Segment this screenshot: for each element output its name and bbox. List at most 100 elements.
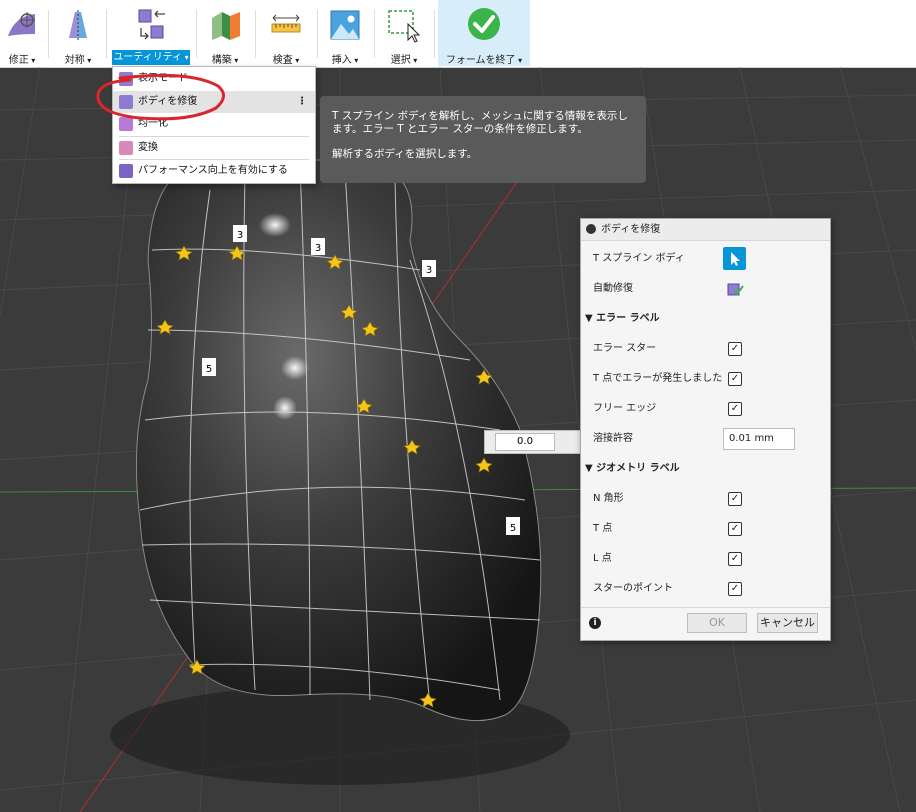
ngon-flag: 3 (311, 238, 325, 255)
toolbar-divider (374, 10, 375, 58)
select-label: 選択 (378, 51, 430, 66)
ok-button[interactable]: OK (687, 613, 747, 633)
red-annotation-ellipse (96, 73, 225, 121)
tooltip-description: T スプライン ボディを解析し、メッシュに関する情報を表示します。エラー T と… (332, 110, 628, 135)
construct-button[interactable]: 構築 (200, 0, 250, 66)
repair-body-tooltip: T スプライン ボディを解析し、メッシュに関する情報を表示します。エラー T と… (320, 96, 646, 183)
info-icon[interactable]: i (589, 617, 601, 629)
error-star-checkbox[interactable]: ✓ (728, 342, 742, 356)
t-point-checkbox[interactable]: ✓ (728, 522, 742, 536)
l-point-row: L 点 ✓ (581, 544, 830, 574)
group-label: エラー ラベル (596, 313, 660, 324)
select-body-button[interactable] (723, 247, 746, 270)
menu-item-label: パフォーマンス向上を有効にする (138, 165, 288, 176)
select-button[interactable]: 選択 (378, 0, 430, 66)
star-point-checkbox[interactable]: ✓ (728, 582, 742, 596)
ngon-flag: 5 (202, 358, 216, 376)
weld-tolerance-input[interactable]: 0.01 mm (723, 428, 795, 450)
toolbar-divider (106, 10, 107, 58)
utility-icon (138, 9, 165, 40)
collapse-icon[interactable] (586, 224, 596, 234)
cancel-button[interactable]: キャンセル (757, 613, 818, 633)
l-point-checkbox[interactable]: ✓ (728, 552, 742, 566)
construct-icon (212, 12, 240, 40)
cursor-arrow-icon (731, 252, 740, 266)
finish-form-button[interactable]: フォームを終了 (438, 0, 530, 66)
n-gon-checkbox[interactable]: ✓ (728, 492, 742, 506)
distance-value-input[interactable]: 0.0 (495, 433, 555, 451)
error-star-row: エラー スター ✓ (581, 334, 830, 364)
free-edge-row: フリー エッジ ✓ (581, 394, 830, 424)
error-star-label: エラー スター (593, 343, 657, 354)
t-point-error-label: T 点でエラーが発生しました (593, 373, 723, 384)
toolbar-divider (48, 10, 49, 58)
toolbar-divider (255, 10, 256, 58)
dialog-header: ボディを修復 (581, 219, 830, 241)
repair-body-dialog: ボディを修復 T スプライン ボディ 自動修復 ▼ エラー ラベル エラー スタ… (580, 218, 831, 641)
dialog-title: ボディを修復 (601, 224, 661, 235)
modify-button[interactable]: 修正 (0, 0, 44, 66)
insert-label: 挿入 (322, 51, 368, 66)
toolbar-divider (434, 10, 435, 58)
image-icon (330, 10, 360, 40)
ruler-icon (271, 14, 301, 33)
n-gon-row: N 角形 ✓ (581, 484, 830, 514)
dialog-footer-divider (581, 607, 830, 608)
distance-value-box[interactable]: 0.0 (484, 430, 582, 454)
t-point-row: T 点 ✓ (581, 514, 830, 544)
construct-label: 構築 (200, 51, 250, 66)
auto-repair-row: 自動修復 (581, 274, 830, 304)
svg-text:3: 3 (315, 243, 321, 254)
symmetry-label: 対称 (54, 51, 102, 66)
triangle-down-icon: ▼ (585, 463, 597, 474)
tooltip-instruction: 解析するボディを選択します。 (332, 148, 478, 160)
triangle-down-icon: ▼ (585, 313, 597, 324)
insert-button[interactable]: 挿入 (322, 0, 368, 66)
star-point-label: スターのポイント (593, 583, 673, 594)
t-point-error-row: T 点でエラーが発生しました ✓ (581, 364, 830, 394)
finish-form-label: フォームを終了 (438, 51, 530, 66)
symmetry-icon (69, 10, 87, 40)
inspect-button[interactable]: 検査 (260, 0, 312, 66)
modify-label: 修正 (0, 51, 44, 66)
error-labels-group[interactable]: ▼ エラー ラベル (581, 304, 830, 334)
weld-tolerance-label: 溶接許容 (593, 433, 633, 444)
l-point-label: L 点 (593, 553, 612, 564)
svg-text:5: 5 (206, 364, 212, 375)
selection-box-icon (388, 10, 421, 43)
menu-item-enable-performance[interactable]: パフォーマンス向上を有効にする (113, 160, 315, 182)
convert-icon (119, 141, 133, 155)
tspline-body-label: T スプライン ボディ (593, 253, 685, 264)
utility-label: ユーティリティ (112, 50, 190, 65)
n-gon-label: N 角形 (593, 493, 624, 504)
weld-tolerance-row: 溶接許容 0.01 mm (581, 424, 830, 454)
geometry-labels-group[interactable]: ▼ ジオメトリ ラベル (581, 454, 830, 484)
free-edge-checkbox[interactable]: ✓ (728, 402, 742, 416)
free-edge-label: フリー エッジ (593, 403, 657, 414)
ngon-flag: 5 (506, 517, 520, 535)
tspline-body-row: T スプライン ボディ (581, 244, 830, 274)
modify-icon (8, 12, 35, 36)
utility-button[interactable]: ユーティリティ (112, 0, 190, 66)
ngon-flag: 3 (233, 225, 247, 242)
more-options-icon[interactable]: ⋮ (297, 91, 307, 113)
t-point-error-checkbox[interactable]: ✓ (728, 372, 742, 386)
svg-text:3: 3 (237, 230, 243, 241)
ngon-flag: 3 (422, 260, 436, 277)
toolbar: 修正 対称 ユーティリティ 構築 (0, 0, 916, 68)
star-point-row: スターのポイント ✓ (581, 574, 830, 604)
toolbar-divider (196, 10, 197, 58)
menu-item-label: 変換 (138, 142, 158, 153)
toolbar-divider (317, 10, 318, 58)
symmetry-button[interactable]: 対称 (54, 0, 102, 66)
tspline-body (135, 158, 542, 722)
group-label: ジオメトリ ラベル (596, 463, 680, 474)
auto-repair-icon[interactable] (726, 280, 744, 298)
svg-text:3: 3 (426, 265, 432, 276)
menu-item-convert[interactable]: 変換 (113, 137, 315, 159)
auto-repair-label: 自動修復 (593, 283, 633, 294)
performance-icon (119, 164, 133, 178)
inspect-label: 検査 (260, 51, 312, 66)
t-point-label: T 点 (593, 523, 613, 534)
checkmark-icon (468, 8, 500, 40)
